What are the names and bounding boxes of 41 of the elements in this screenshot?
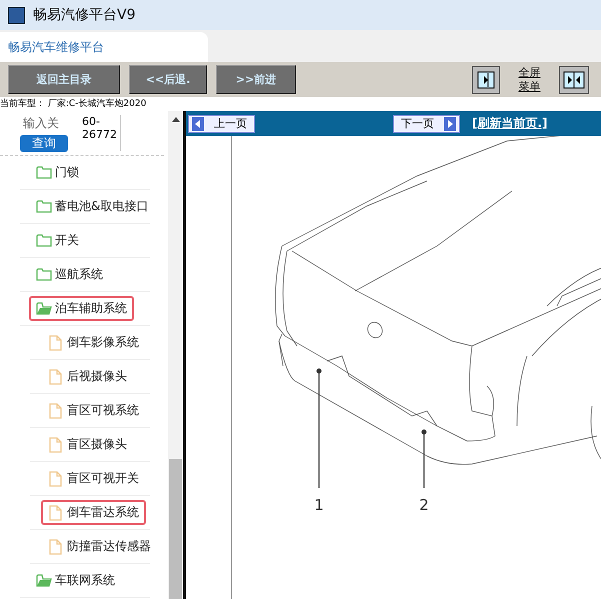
document-icon <box>48 334 64 350</box>
tree-item[interactable]: 开关 <box>29 228 86 253</box>
tree-item[interactable]: 防撞雷达传感器 <box>41 534 158 559</box>
document-icon <box>48 504 64 520</box>
document-icon <box>48 538 64 554</box>
previous-page-button[interactable]: 上一页 <box>188 114 255 132</box>
tree-item[interactable]: 盲区可视系统 <box>41 398 146 423</box>
tree-item[interactable]: 盲区可视开关 <box>41 466 146 491</box>
leader-line <box>422 430 426 488</box>
document-icon <box>48 368 64 384</box>
split-view-icon[interactable] <box>559 66 589 94</box>
toolbar-button[interactable]: >>前进 <box>216 65 296 94</box>
tree-item[interactable]: 后视摄像头 <box>41 364 134 389</box>
document-icon <box>48 436 64 452</box>
query-button[interactable]: 查询 <box>20 135 68 152</box>
window-title: 畅易汽修平台V9 <box>33 6 136 24</box>
scroll-thumb[interactable] <box>169 459 182 599</box>
toolbar-button[interactable]: 返回主目录 <box>8 65 120 94</box>
toolbar-button[interactable]: <<后退. <box>129 65 207 94</box>
tree-item[interactable]: 倒车雷达系统 <box>41 500 146 525</box>
tree-item[interactable]: 门锁 <box>29 160 86 185</box>
tree-item[interactable]: 倒车影像系统 <box>41 330 146 355</box>
panel-toggle-icon[interactable] <box>472 66 500 94</box>
tree-item[interactable]: 蓄电池&取电接口 <box>29 194 156 219</box>
app-icon <box>8 6 25 24</box>
scroll-up-icon[interactable] <box>172 117 180 122</box>
search-field[interactable]: 60-26772 <box>82 115 121 151</box>
document-icon <box>48 402 64 418</box>
search-label: 输入关 <box>22 115 60 132</box>
tab[interactable]: 畅易汽车维修平台 <box>0 32 208 62</box>
fullscreen-menu-link[interactable]: 全屏菜单 <box>518 66 541 94</box>
tree-item[interactable]: 泊车辅助系统 <box>29 296 134 321</box>
refresh-page-link[interactable]: [刷新当前页.] <box>472 115 548 132</box>
tree-item[interactable]: 巡航系统 <box>29 262 110 287</box>
scrollbar[interactable] <box>168 111 183 599</box>
callout-number: 1 <box>314 496 324 514</box>
tree-item[interactable]: 车联网系统 <box>29 568 122 593</box>
document-icon <box>48 470 64 486</box>
next-page-button[interactable]: 下一页 <box>393 114 460 132</box>
tree-item[interactable]: 盲区摄像头 <box>41 432 134 457</box>
callout-number: 2 <box>419 496 429 514</box>
